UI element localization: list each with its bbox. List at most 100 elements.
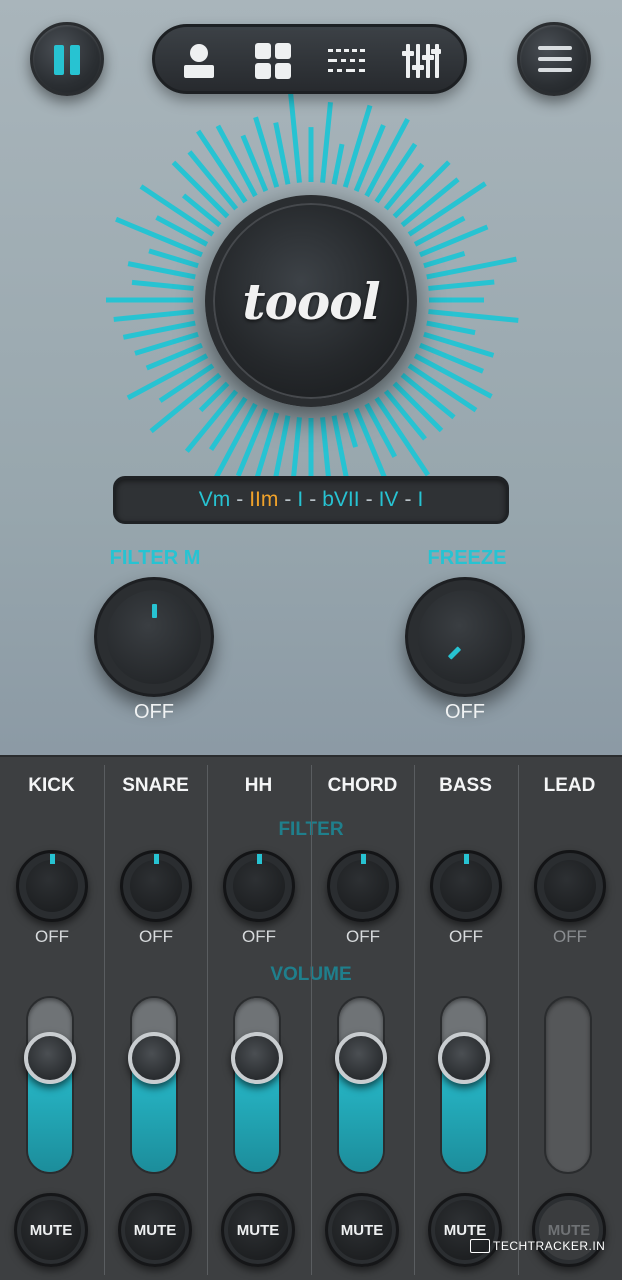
main-play-knob[interactable]: toool [205, 195, 417, 407]
channel-name-snare: SNARE [122, 775, 189, 796]
filter-indicator [50, 854, 55, 864]
filter-value-lead: OFF [553, 927, 587, 946]
volume-slider-hh[interactable] [233, 996, 281, 1174]
volume-thumb-kick[interactable] [24, 1032, 76, 1085]
visualizer-ray [320, 417, 332, 485]
mute-button-bass[interactable]: MUTE [428, 1193, 502, 1267]
filter-value-bass: OFF [449, 927, 483, 946]
channel-name-kick: KICK [28, 775, 75, 796]
filter-knob-chord[interactable] [327, 850, 399, 922]
freeze-indicator [447, 646, 462, 660]
volume-slider-snare[interactable] [130, 996, 178, 1174]
filter-m-label: FILTER M [109, 547, 201, 569]
chord-0: Vm [198, 488, 231, 511]
chord-2: I [297, 488, 304, 511]
channel-divider [518, 765, 519, 1275]
visualizer-ray [122, 320, 196, 340]
chord-5: I [417, 488, 424, 511]
chord-3: bVII [322, 488, 360, 511]
filter-m-value: OFF [134, 701, 174, 723]
top-panel: toool Vm - IIm - I - bVII - IV - I FILTER M OFF FR… [0, 0, 622, 755]
visualizer-ray [208, 396, 248, 451]
volume-thumb-hh[interactable] [231, 1032, 283, 1085]
chord-separator: - [404, 488, 412, 511]
visualizer-ray [273, 122, 291, 185]
volume-thumb-snare[interactable] [128, 1032, 180, 1085]
grid-icon[interactable] [253, 41, 293, 81]
visualizer-ray [273, 415, 291, 479]
filter-m-indicator [152, 604, 157, 618]
filter-knob-lead[interactable] [534, 850, 606, 922]
mute-button-lead[interactable]: MUTE [532, 1193, 606, 1267]
visualizer-ray [423, 251, 466, 269]
freeze-label: FREEZE [427, 547, 507, 569]
visualizer-ray [426, 320, 476, 336]
channel-divider [207, 765, 208, 1275]
menu-button[interactable] [517, 22, 591, 96]
mute-button-chord[interactable]: MUTE [325, 1193, 399, 1267]
chord-separator: - [236, 488, 244, 511]
freeze-value: OFF [445, 701, 485, 723]
visualizer-ray [419, 224, 489, 258]
visualizer-ray [320, 101, 333, 183]
filter-value-chord: OFF [346, 927, 380, 946]
channel-divider [104, 765, 105, 1275]
visualizer-ray [428, 309, 519, 323]
filter-indicator [361, 854, 366, 864]
sliders-icon[interactable] [401, 41, 441, 81]
filter-knob-snare[interactable] [120, 850, 192, 922]
user-icon[interactable] [179, 41, 219, 81]
channel-name-lead: LEAD [543, 775, 596, 796]
freeze-knob[interactable] [405, 577, 525, 697]
channel-divider [414, 765, 415, 1275]
chord-separator: - [365, 488, 373, 511]
sequencer-icon[interactable] [327, 41, 367, 81]
channel-divider [311, 765, 312, 1275]
mute-button-snare[interactable]: MUTE [118, 1193, 192, 1267]
chord-separator: - [284, 488, 292, 511]
pause-button[interactable] [30, 22, 104, 96]
volume-slider-lead[interactable] [544, 996, 592, 1174]
chord-4: IV [378, 488, 399, 511]
visualizer-ray [383, 389, 427, 441]
filter-knob-bass[interactable] [430, 850, 502, 922]
visualizer-ray [342, 412, 359, 448]
chord-separator: - [309, 488, 317, 511]
visualizer-ray [342, 104, 373, 188]
visualizer-ray [148, 248, 199, 269]
mixer-panel: FILTER VOLUME KICK OFF MUTE SNARE OFF MUTE HH O… [0, 755, 622, 1280]
visualizer-ray [383, 162, 425, 211]
filter-value-hh: OFF [242, 927, 276, 946]
channel-name-chord: CHORD [327, 775, 398, 796]
channel-name-hh: HH [244, 775, 273, 796]
volume-slider-bass[interactable] [440, 996, 488, 1174]
visualizer-ray [428, 279, 495, 291]
visualizer-ray [331, 143, 345, 185]
visualizer-ray [131, 279, 194, 291]
filter-indicator [154, 854, 159, 864]
visualizer-ray [127, 261, 196, 280]
filter-indicator [464, 854, 469, 864]
browser-icon [470, 1239, 490, 1253]
volume-thumb-chord[interactable] [335, 1032, 387, 1085]
mute-button-kick[interactable]: MUTE [14, 1193, 88, 1267]
chord-progression-display: Vm - IIm - I - bVII - IV - I [113, 476, 509, 524]
volume-slider-chord[interactable] [337, 996, 385, 1174]
volume-thumb-bass[interactable] [438, 1032, 490, 1085]
visualizer-ray [113, 309, 194, 322]
channel-name-bass: BASS [439, 775, 492, 796]
mute-button-hh[interactable]: MUTE [221, 1193, 295, 1267]
app-logo: toool [242, 271, 380, 331]
visualizer-ray [287, 88, 302, 183]
mode-tab-bar [152, 24, 467, 94]
filter-m-knob[interactable] [94, 577, 214, 697]
chord-1: IIm [249, 488, 279, 511]
filter-value-kick: OFF [35, 927, 69, 946]
filter-value-snare: OFF [139, 927, 173, 946]
filter-indicator [257, 854, 262, 864]
filter-knob-hh[interactable] [223, 850, 295, 922]
volume-slider-kick[interactable] [26, 996, 74, 1174]
visualizer-ray [158, 363, 215, 403]
filter-knob-kick[interactable] [16, 850, 88, 922]
watermark: TECHTRACKER.IN [470, 1237, 605, 1255]
